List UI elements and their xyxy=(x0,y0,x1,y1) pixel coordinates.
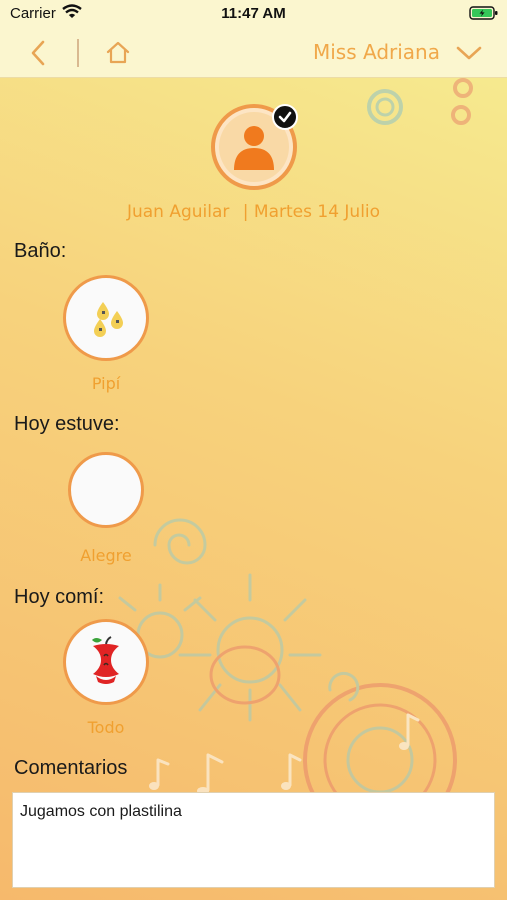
mood-option-button[interactable] xyxy=(68,452,144,528)
checkmark-icon xyxy=(272,104,298,130)
meal-label: Hoy comí: xyxy=(14,586,105,608)
battery-charging-icon xyxy=(469,5,499,25)
drops-icon xyxy=(94,302,123,337)
home-icon xyxy=(106,41,130,64)
meal-option-button[interactable] xyxy=(63,619,149,705)
chevron-left-icon xyxy=(31,40,45,66)
teacher-selector[interactable]: Miss Adriana xyxy=(300,40,440,64)
student-info: Juan Aguilar | Martes 14 Julio xyxy=(0,202,507,222)
meal-selection-label: Todo xyxy=(87,718,125,737)
bathroom-option-button[interactable] xyxy=(63,275,149,361)
back-button[interactable] xyxy=(24,39,54,67)
student-name: Juan Aguilar xyxy=(126,202,230,222)
apple-core-icon xyxy=(92,636,119,684)
mood-label: Hoy estuve: xyxy=(14,413,120,435)
nav-divider xyxy=(77,39,79,67)
bathroom-label: Baño: xyxy=(14,240,67,262)
teacher-dropdown-button[interactable] xyxy=(454,40,484,66)
status-bar: Carrier 11:47 AM xyxy=(0,0,507,28)
clock: 11:47 AM xyxy=(221,5,286,22)
home-button[interactable] xyxy=(103,39,133,67)
bathroom-selection-label: Pipí xyxy=(91,374,121,393)
comments-label: Comentarios xyxy=(14,757,128,779)
mood-selection-label: Alegre xyxy=(80,546,132,565)
navigation-bar: Miss Adriana xyxy=(0,28,507,78)
report-date: | Martes 14 Julio xyxy=(242,202,381,222)
chevron-down-icon xyxy=(456,46,482,60)
comments-textarea[interactable]: Jugamos con plastilina xyxy=(12,792,495,888)
